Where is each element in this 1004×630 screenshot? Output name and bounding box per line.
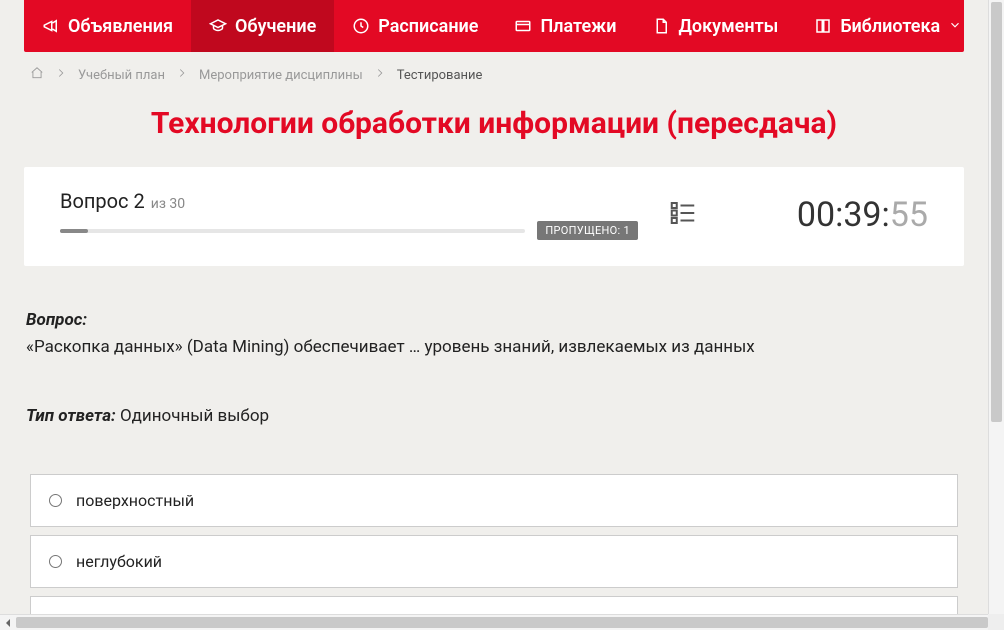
answer-option[interactable]: неглубокий xyxy=(30,535,958,588)
nav-label: Платежи xyxy=(540,16,616,37)
question-text: «Раскопка данных» (Data Mining) обеспечи… xyxy=(26,336,962,360)
nav-education[interactable]: Обучение xyxy=(191,0,334,52)
scrollbar-corner xyxy=(988,614,1004,630)
breadcrumb-link[interactable]: Мероприятие дисциплины xyxy=(199,68,363,83)
chevron-right-icon xyxy=(54,66,68,84)
nav-label: Расписание xyxy=(378,16,478,37)
breadcrumb: Учебный план Мероприятие дисциплины Тест… xyxy=(24,52,964,98)
nav-payments[interactable]: Платежи xyxy=(496,0,634,52)
answer-radio[interactable] xyxy=(49,494,62,507)
breadcrumb-link[interactable]: Учебный план xyxy=(78,68,165,83)
nav-label: Обучение xyxy=(235,16,316,37)
chevron-right-icon xyxy=(373,66,387,84)
question-total: из 30 xyxy=(151,196,185,212)
scroll-left-icon[interactable] xyxy=(0,615,16,630)
nav-label: Документы xyxy=(678,16,778,37)
chevron-right-icon xyxy=(175,66,189,84)
quiz-status-panel: Вопрос 2 из 30 ПРОПУЩЕНО: 1 xyxy=(24,167,964,266)
megaphone-icon xyxy=(42,17,60,35)
scrollbar-thumb[interactable] xyxy=(991,2,1002,422)
graduation-icon xyxy=(209,17,227,35)
answers-list: поверхностный неглубокий скрытый xyxy=(24,474,964,614)
question-body: Вопрос: «Раскопка данных» (Data Mining) … xyxy=(24,310,964,426)
nav-schedule[interactable]: Расписание xyxy=(334,0,496,52)
horizontal-scrollbar[interactable] xyxy=(0,614,1004,630)
card-icon xyxy=(514,17,532,35)
timer: 00:39:55 xyxy=(728,195,928,235)
question-grid-icon[interactable] xyxy=(668,198,698,232)
progress-bar xyxy=(60,229,525,233)
nav-label: Объявления xyxy=(68,16,173,37)
answer-option[interactable]: скрытый xyxy=(30,596,958,614)
page-title: Технологии обработки информации (пересда… xyxy=(24,106,964,141)
clock-icon xyxy=(352,17,370,35)
answer-text: неглубокий xyxy=(76,552,162,571)
answer-option[interactable]: поверхностный xyxy=(30,474,958,527)
question-label: Вопрос: xyxy=(26,310,962,330)
question-number-label: Вопрос 2 xyxy=(60,189,145,213)
vertical-scrollbar[interactable] xyxy=(988,0,1004,614)
answer-text: поверхностный xyxy=(76,491,194,510)
chevron-down-icon xyxy=(948,16,962,37)
scrollbar-thumb[interactable] xyxy=(16,617,988,628)
nav-documents[interactable]: Документы xyxy=(634,0,796,52)
skipped-badge: ПРОПУЩЕНО: 1 xyxy=(537,221,638,240)
top-nav: Объявления Обучение Расписание xyxy=(24,0,964,52)
home-icon[interactable] xyxy=(30,66,44,84)
nav-library[interactable]: Библиотека xyxy=(796,0,980,52)
answer-radio[interactable] xyxy=(49,555,62,568)
breadcrumb-current: Тестирование xyxy=(397,68,483,83)
document-icon xyxy=(652,17,670,35)
nav-label: Библиотека xyxy=(840,16,940,37)
nav-announcements[interactable]: Объявления xyxy=(24,0,191,52)
book-icon xyxy=(814,17,832,35)
answer-type: Тип ответа: Одиночный выбор xyxy=(26,406,962,426)
